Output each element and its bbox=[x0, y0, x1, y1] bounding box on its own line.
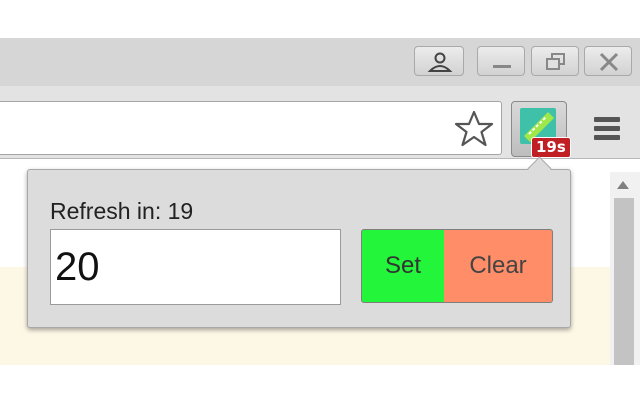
profile-button[interactable] bbox=[414, 46, 464, 76]
close-icon bbox=[599, 52, 619, 72]
interval-input[interactable] bbox=[50, 229, 341, 305]
scroll-up-icon[interactable] bbox=[617, 181, 629, 189]
minimize-button[interactable] bbox=[477, 46, 525, 76]
profile-icon bbox=[427, 52, 453, 72]
minimize-icon bbox=[493, 65, 511, 68]
restore-button[interactable] bbox=[531, 46, 579, 76]
hamburger-menu-icon[interactable] bbox=[594, 117, 620, 141]
timer-badge: 19s bbox=[531, 137, 571, 158]
clear-button[interactable]: Clear bbox=[444, 229, 553, 303]
address-bar[interactable] bbox=[0, 101, 502, 155]
set-button[interactable]: Set bbox=[361, 229, 445, 303]
scrollbar-thumb[interactable] bbox=[614, 198, 634, 365]
refresh-countdown-label: Refresh in: 19 bbox=[50, 198, 194, 224]
auto-refresh-popup: Refresh in: 19 Set Clear bbox=[27, 169, 571, 328]
star-icon[interactable] bbox=[454, 109, 494, 149]
restore-icon bbox=[546, 53, 565, 70]
close-button[interactable] bbox=[584, 46, 632, 76]
